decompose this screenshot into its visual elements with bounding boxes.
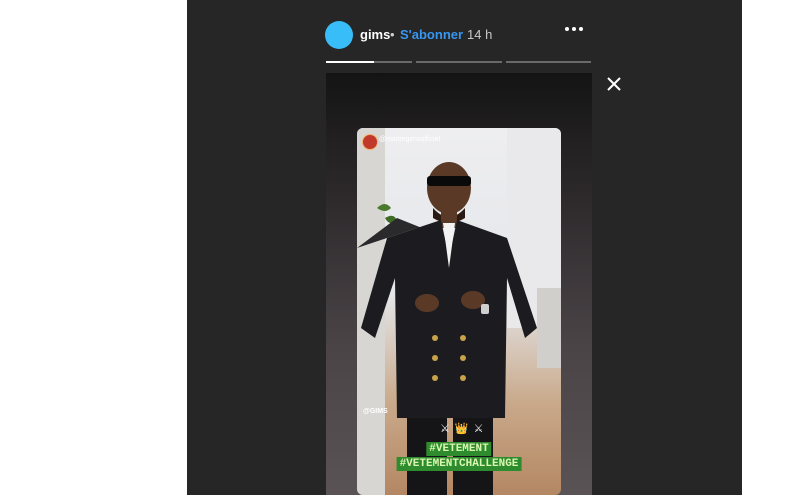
timestamp: 14 h [467,27,493,42]
story-frame[interactable]: @maitregimsofficiel @GIMS ⚔ 👑 ⚔ #VETEMEN… [326,73,592,495]
hashtag-sticker: #VETEMENTCHALLENGE [396,457,522,471]
progress-segment [416,61,502,63]
hashtag-sticker: #VETEMENT [426,442,492,456]
follow-button[interactable]: S'abonner [400,27,463,42]
avatar[interactable] [325,21,353,49]
repost-avatar [362,134,378,150]
close-icon[interactable] [605,75,623,93]
reposted-story-media: @maitregimsofficiel @GIMS ⚔ 👑 ⚔ #VETEMEN… [357,128,561,495]
corner-tag: @GIMS [363,408,388,415]
separator-dot: • [390,27,395,42]
progress-segment [374,61,412,63]
story-header: gims • S'abonner 14 h [325,20,595,50]
story-viewer: gims • S'abonner 14 h @maitregimsofficie… [187,0,742,495]
progress-segment [506,61,591,63]
emoji-sticker: ⚔ 👑 ⚔ [440,423,485,435]
progress-segment-active [326,61,374,63]
story-progress-bar [326,61,591,63]
story-photo [357,128,561,495]
username[interactable]: gims [360,27,390,42]
repost-username: @maitregimsofficiel [379,136,441,143]
more-options-icon[interactable] [565,27,583,33]
